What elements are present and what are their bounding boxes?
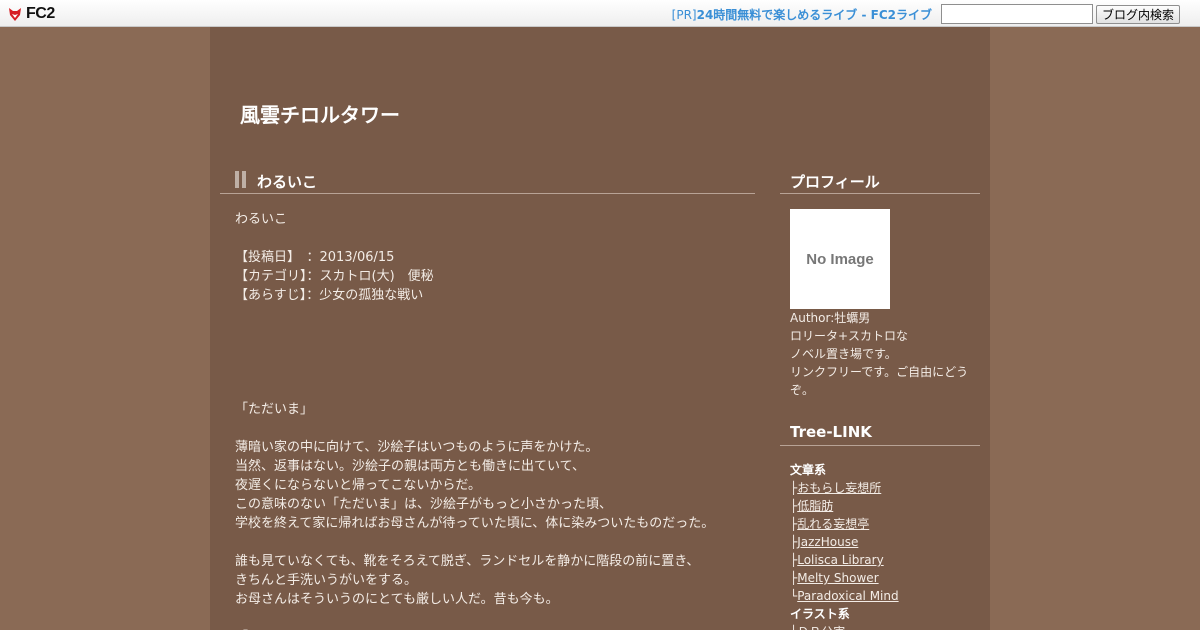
entry-line: 「ただいま」: [235, 402, 314, 417]
fc2-fox-icon: [7, 6, 23, 22]
profile-description: Author:牡蠣男ロリータ+スカトロな ノベル置き場です。リンクフリーです。ご自…: [790, 309, 975, 399]
fc2-logo-text: FC2: [26, 5, 55, 22]
treelink-heading-text: Tree-LINK: [790, 423, 872, 441]
entry-line: [235, 229, 745, 248]
treelink-category-illust: イラスト系: [790, 607, 850, 621]
treelink-link[interactable]: Paradoxical Mind: [797, 589, 898, 603]
profile-avatar: No Image: [790, 209, 890, 309]
entry-header: わるいこ: [220, 170, 755, 194]
entry-line: 夜遅くにならないと帰ってこないからだ。: [235, 478, 481, 493]
profile-line: ロリータ+スカトロな: [790, 329, 909, 343]
pr-ad-link[interactable]: [PR]24時間無料で楽しめるライブ - FC2ライブ: [672, 6, 932, 23]
entry-line: [235, 419, 745, 438]
entry-line: 誰も見ていなくても、靴をそろえて脱ぎ、ランドセルを静かに階段の前に置き、: [235, 554, 700, 569]
profile-line: ノベル置き場です。: [790, 347, 897, 361]
entry-line: [235, 609, 745, 628]
blog-search-input[interactable]: [941, 4, 1093, 24]
profile-heading-text: プロフィール: [790, 173, 880, 191]
entry-line: [235, 324, 745, 343]
fc2-header-bar: FC2 [PR]24時間無料で楽しめるライブ - FC2ライブ ブログ内検索: [0, 0, 1200, 27]
treelink-item: ├乱れる妄想亭: [790, 515, 980, 533]
profile-heading: プロフィール: [780, 170, 980, 194]
treelink-item: ├Lolisca Library: [790, 551, 980, 569]
entry-line: お母さんはそういうのにとても厳しい人だ。昔も今も。: [235, 592, 559, 607]
treelink-item: └Paradoxical Mind: [790, 587, 980, 605]
treelink-item: ├Melty Shower: [790, 569, 980, 587]
treelink-link[interactable]: おもらし妄想所: [797, 481, 881, 495]
entry-title[interactable]: わるいこ: [257, 171, 317, 192]
blog-title[interactable]: 風雲チロルタワー: [240, 99, 400, 128]
entry-line: [235, 362, 745, 381]
treelink-link[interactable]: JazzHouse: [797, 535, 858, 549]
treelink-item: ├おもらし妄想所: [790, 479, 980, 497]
fc2-logo[interactable]: FC2: [7, 5, 55, 23]
entry-line: 薄暗い家の中に向けて、沙絵子はいつものように声をかけた。: [235, 440, 599, 455]
entry-title-bars-icon: [235, 171, 248, 188]
entry-line: [235, 533, 745, 552]
entry-body: わるいこ【投稿日】 ：2013/06/15 【カテゴリ】：スカトロ(大) 便秘 【あ…: [235, 210, 745, 630]
entry-line: 学校を終えて家に帰ればお母さんが待っていた頃に、体に染みついたものだった。: [235, 516, 715, 531]
treelink-link[interactable]: Melty Shower: [797, 571, 878, 585]
entry-line: 【あらすじ】：少女の孤独な戦い: [235, 288, 424, 303]
treelink-link[interactable]: 低脂肪: [797, 499, 833, 513]
entry-line: 当然、返事はない。沙絵子の親は両方とも働きに出ていて、: [235, 459, 585, 474]
blog-container: 風雲チロルタワー わるいこ わるいこ【投稿日】 ：2013/06/15 【カテゴリ…: [210, 27, 990, 630]
profile-line: リンクフリーです。ご自由にどう: [790, 365, 969, 379]
treelink-item: ├ＤＢ公害: [790, 623, 980, 630]
entry-line: 【投稿日】 ：2013/06/15: [235, 250, 395, 265]
entry-line: [235, 343, 745, 362]
entry-line: 【カテゴリ】：スカトロ(大) 便秘: [235, 269, 434, 284]
treelink-link[interactable]: Lolisca Library: [797, 553, 883, 567]
pr-prefix: [PR]: [671, 8, 697, 22]
entry-line: [235, 381, 745, 400]
treelink-item: ├低脂肪: [790, 497, 980, 515]
pr-ad-text: 24時間無料で楽しめるライブ - FC2ライブ: [696, 8, 932, 22]
entry-line: この意味のない「ただいま」は、沙絵子がもっと小さかった頃、: [235, 497, 613, 512]
entry-line: きちんと手洗いうがいをする。: [235, 573, 418, 588]
treelink-link[interactable]: 乱れる妄想亭: [797, 517, 869, 531]
profile-line: Author:牡蠣男: [790, 311, 871, 325]
treelink-item: ├JazzHouse: [790, 533, 980, 551]
treelink-list: 文章系 ├おもらし妄想所 ├低脂肪 ├乱れる妄想亭 ├JazzHouse ├Lolisc…: [790, 461, 980, 630]
entry-line: [235, 305, 745, 324]
treelink-category-text: 文章系: [790, 463, 827, 477]
treelink-link[interactable]: ＤＢ公害: [797, 625, 845, 630]
entry-line: わるいこ: [235, 212, 288, 227]
profile-line: ぞ。: [790, 383, 815, 397]
blog-search-button[interactable]: ブログ内検索: [1096, 5, 1180, 24]
treelink-heading: Tree-LINK: [780, 422, 980, 446]
no-image-text: No Image: [806, 250, 874, 268]
